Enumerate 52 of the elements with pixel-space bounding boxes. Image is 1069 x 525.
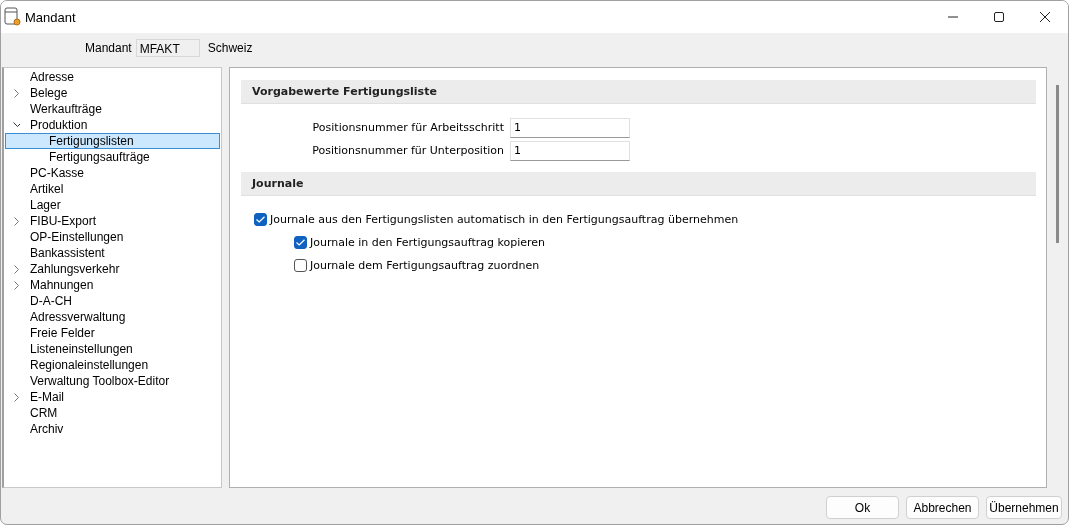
tree-item[interactable]: Regionaleinstellungen [5,357,220,373]
apply-button[interactable]: Übernehmen [986,496,1062,519]
tree-item[interactable]: Adresse [5,69,220,85]
tree-item[interactable]: Lager [5,197,220,213]
close-icon[interactable] [1039,11,1051,23]
tree-item[interactable]: Freie Felder [5,325,220,341]
window-icon [4,7,22,27]
checkbox-option[interactable]: Journale in den Fertigungsauftrag kopieren [294,231,1036,254]
tree-item[interactable]: Artikel [5,181,220,197]
tree-item[interactable]: D-A-CH [5,293,220,309]
tree-item[interactable]: Mahnungen [5,277,220,293]
section-header: Journale [241,172,1036,196]
mandant-label: Mandant [85,41,132,55]
chevron-right-icon[interactable] [13,216,20,226]
checkbox-option[interactable]: Journale aus den Fertigungslisten automatisch in den Fertigungsauftrag übernehmen [254,208,1036,231]
chevron-right-icon[interactable] [13,392,20,402]
tree-item[interactable]: Produktion [5,117,220,133]
maximize-icon[interactable] [993,11,1005,23]
cancel-button[interactable]: Abbrechen [906,496,979,519]
mandant-name: Schweiz [207,41,253,55]
checkbox-icon[interactable] [294,259,307,272]
field-label: Positionsnummer für Unterposition [311,144,504,157]
tree-item[interactable]: Fertigungslisten [5,133,220,149]
section-header: Vorgabewerte Fertigungsliste [241,80,1036,104]
checked-checkbox-icon[interactable] [294,236,307,249]
tree-item[interactable]: FIBU-Export [5,213,220,229]
tree-item[interactable]: Belege [5,85,220,101]
window-title: Mandant [25,9,76,25]
tree-item[interactable]: PC-Kasse [5,165,220,181]
tree-item[interactable]: OP-Einstellungen [5,229,220,245]
input-field[interactable]: 1 [510,117,630,138]
tree-item[interactable]: Werkaufträge [5,101,220,117]
tree-item[interactable]: CRM [5,405,220,421]
field-label: Positionsnummer für Arbeitsschritt [311,121,504,134]
tree-item[interactable]: Bankassistent [5,245,220,261]
checked-checkbox-icon[interactable] [254,213,267,226]
tree-item[interactable]: Zahlungsverkehr [5,261,220,277]
tree-item[interactable]: Archiv [5,421,220,437]
chevron-right-icon[interactable] [13,88,20,98]
tree-item[interactable]: Fertigungsaufträge [5,149,220,165]
input-field[interactable]: 1 [510,140,630,161]
ok-button[interactable]: Ok [826,496,899,519]
tree-item[interactable]: Verwaltung Toolbox-Editor [5,373,220,389]
tree-item[interactable]: Adressverwaltung [5,309,220,325]
scrollbar-thumb[interactable] [1056,85,1059,243]
checkbox-option[interactable]: Journale dem Fertigungsauftrag zuordnen [294,254,1036,277]
tree-item[interactable]: E-Mail [5,389,220,405]
tree-item[interactable]: Listeneinstellungen [5,341,220,357]
chevron-down-icon[interactable] [13,122,20,128]
chevron-right-icon[interactable] [13,280,20,290]
chevron-right-icon[interactable] [13,264,20,274]
mandant-field: MFAKT [135,39,200,57]
